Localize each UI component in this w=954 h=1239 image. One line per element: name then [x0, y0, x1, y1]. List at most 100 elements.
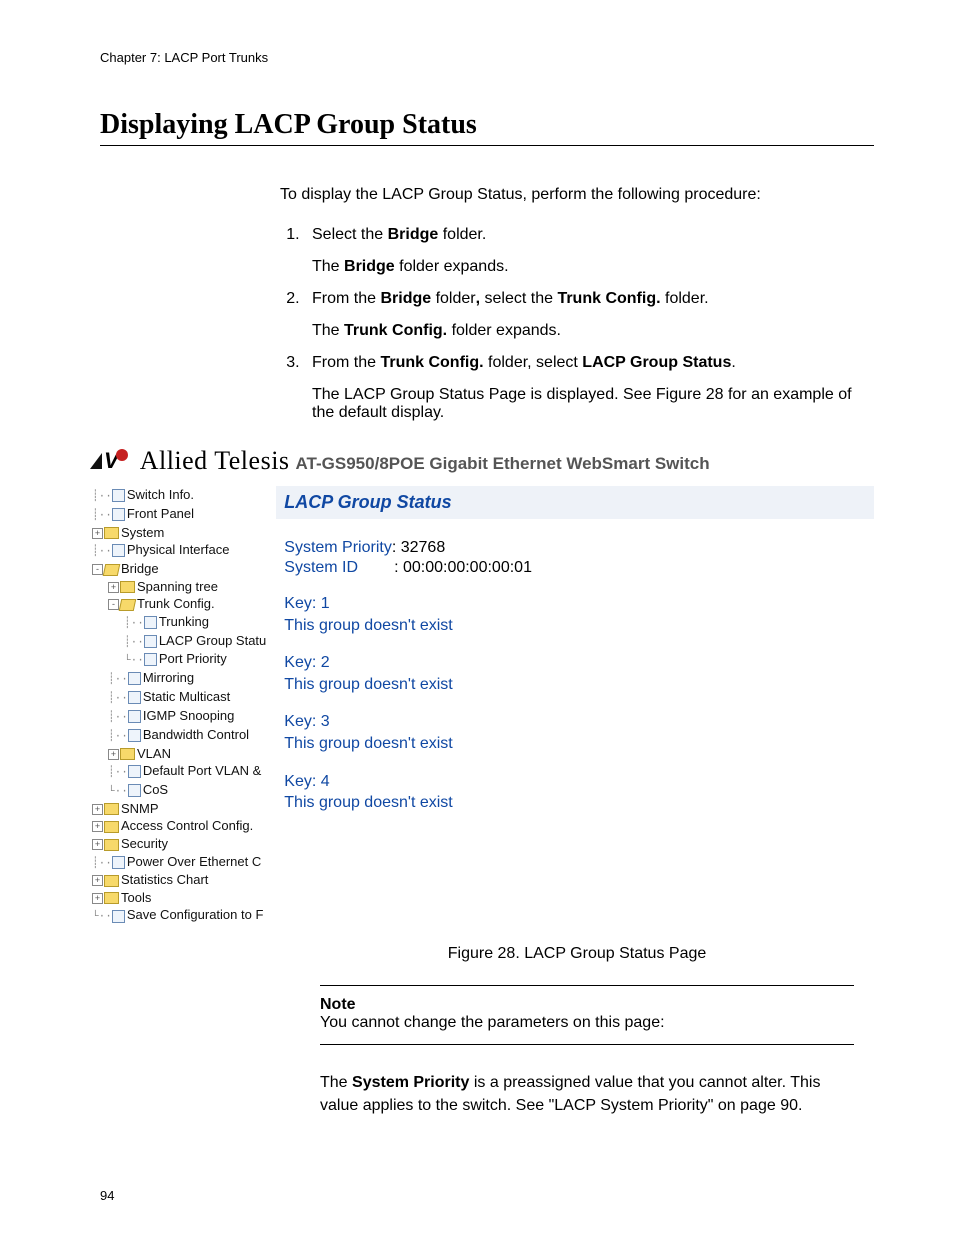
embedded-figure: V Allied Telesis AT-GS950/8POE Gigabit E… [90, 446, 874, 925]
tree-item-save-config[interactable]: └··Save Configuration to F [90, 906, 266, 925]
group-msg: This group doesn't exist [284, 733, 866, 755]
tree-label: Front Panel [127, 506, 194, 521]
page-title: Displaying LACP Group Status [100, 109, 874, 146]
closed-folder-icon [104, 803, 119, 815]
pane-title: LACP Group Status [276, 486, 874, 519]
text: From the [312, 290, 380, 307]
tree-label: Default Port VLAN & [143, 763, 262, 778]
closed-folder-icon [120, 581, 135, 593]
lacp-group-3: Key: 3 This group doesn't exist [284, 711, 866, 754]
system-id-value: : 00:00:00:00:00:01 [394, 559, 532, 576]
tree-item-bridge[interactable]: - Bridge +Spanning tree -Trunk Config. ┊·… [90, 560, 266, 800]
text: The [320, 1074, 352, 1091]
tree-label: VLAN [137, 746, 171, 761]
lacp-group-4: Key: 4 This group doesn't exist [284, 771, 866, 814]
tree-item-switch-info[interactable]: ┊··Switch Info. [90, 486, 266, 505]
tree-item-default-port-vlan[interactable]: ┊··Default Port VLAN & [106, 762, 266, 781]
page-icon [144, 653, 157, 666]
text: folder expands. [447, 322, 561, 339]
tree-label: Security [121, 836, 168, 851]
text: From the [312, 354, 380, 371]
text: The [312, 258, 344, 275]
tree-item-snmp[interactable]: +SNMP [90, 800, 266, 818]
open-folder-icon [119, 599, 137, 611]
tree-label: CoS [143, 782, 168, 797]
system-id-label: System ID [284, 559, 358, 576]
tree-item-physical-interface[interactable]: ┊··Physical Interface [90, 541, 266, 560]
tree-label: Tools [121, 890, 151, 905]
collapse-icon[interactable]: - [108, 599, 119, 610]
tree-item-poe[interactable]: ┊··Power Over Ethernet C [90, 853, 266, 872]
step-result: The Trunk Config. folder expands. [312, 322, 874, 340]
intro-text: To display the LACP Group Status, perfor… [280, 186, 874, 204]
page-icon [112, 544, 125, 557]
expand-icon[interactable]: + [92, 893, 103, 904]
tree-item-front-panel[interactable]: ┊··Front Panel [90, 505, 266, 524]
tree-label: LACP Group Statu [159, 633, 266, 648]
chapter-header: Chapter 7: LACP Port Trunks [100, 50, 874, 65]
tree-item-statistics-chart[interactable]: +Statistics Chart [90, 871, 266, 889]
tree-item-security[interactable]: + Security [90, 835, 266, 853]
page-icon [112, 856, 125, 869]
tree-item-vlan[interactable]: + VLAN [106, 745, 266, 763]
tree-item-static-multicast[interactable]: ┊··Static Multicast [106, 688, 266, 707]
note-box: Note You cannot change the parameters on… [320, 985, 854, 1045]
text: folder [431, 290, 475, 307]
step-text: Select the [312, 226, 388, 243]
expand-icon[interactable]: + [92, 528, 103, 539]
tree-item-tools[interactable]: + Tools [90, 889, 266, 907]
tree-label: Bridge [121, 561, 159, 576]
note-heading: Note [320, 996, 854, 1014]
expand-icon[interactable]: + [92, 821, 103, 832]
tree-item-bandwidth-control[interactable]: ┊··Bandwidth Control [106, 726, 266, 745]
app-header: V Allied Telesis AT-GS950/8POE Gigabit E… [90, 446, 874, 476]
text: folder. [661, 290, 709, 307]
text: folder expands. [395, 258, 509, 275]
step-2: From the Bridge folder, select the Trunk… [304, 290, 874, 340]
bold-term: System Priority [352, 1074, 469, 1091]
page-icon [144, 616, 157, 629]
page-icon [128, 691, 141, 704]
tree-label: Bandwidth Control [143, 727, 249, 742]
group-key: Key: 2 [284, 652, 866, 674]
final-paragraph: The System Priority is a preassigned val… [320, 1071, 854, 1117]
expand-icon[interactable]: + [108, 749, 119, 760]
step-text: folder. [438, 226, 486, 243]
open-folder-icon [103, 564, 121, 576]
expand-icon[interactable]: + [92, 839, 103, 850]
tree-item-port-priority[interactable]: └··Port Priority [122, 650, 266, 669]
collapse-icon[interactable]: - [92, 564, 103, 575]
tree-label: IGMP Snooping [143, 708, 235, 723]
closed-folder-icon [104, 875, 119, 887]
system-priority-label: System Priority [284, 539, 392, 556]
tree-item-cos[interactable]: └··CoS [106, 781, 266, 800]
page-icon [128, 710, 141, 723]
system-priority-value: : 32768 [392, 539, 445, 556]
group-key: Key: 4 [284, 771, 866, 793]
tree-item-trunk-config[interactable]: -Trunk Config. ┊··Trunking ┊··LACP Group… [106, 595, 266, 669]
bold-term: LACP Group Status [582, 354, 731, 371]
expand-icon[interactable]: + [92, 875, 103, 886]
group-msg: This group doesn't exist [284, 615, 866, 637]
tree-item-lacp-group-status[interactable]: ┊··LACP Group Statu [122, 632, 266, 651]
product-name: AT-GS950/8POE Gigabit Ethernet WebSmart … [296, 454, 710, 474]
tree-item-spanning-tree[interactable]: +Spanning tree [106, 578, 266, 596]
tree-item-system[interactable]: +System [90, 524, 266, 542]
tree-item-access-control[interactable]: +Access Control Config. [90, 817, 266, 835]
text: The [312, 322, 344, 339]
bold-term: Bridge [344, 258, 395, 275]
tree-item-trunking[interactable]: ┊··Trunking [122, 613, 266, 632]
bold-term: Trunk Config. [557, 290, 660, 307]
tree-item-mirroring[interactable]: ┊··Mirroring [106, 669, 266, 688]
pane-body: System Priority: 32768 System ID : 00:00:… [276, 519, 874, 818]
closed-folder-icon [104, 892, 119, 904]
lacp-group-2: Key: 2 This group doesn't exist [284, 652, 866, 695]
expand-icon[interactable]: + [92, 804, 103, 815]
expand-icon[interactable]: + [108, 582, 119, 593]
page-number: 94 [100, 1188, 874, 1203]
lacp-group-1: Key: 1 This group doesn't exist [284, 593, 866, 636]
tree-item-igmp-snooping[interactable]: ┊··IGMP Snooping [106, 707, 266, 726]
page-icon [128, 784, 141, 797]
tree-label: Switch Info. [127, 487, 194, 502]
text: folder, select [484, 354, 583, 371]
